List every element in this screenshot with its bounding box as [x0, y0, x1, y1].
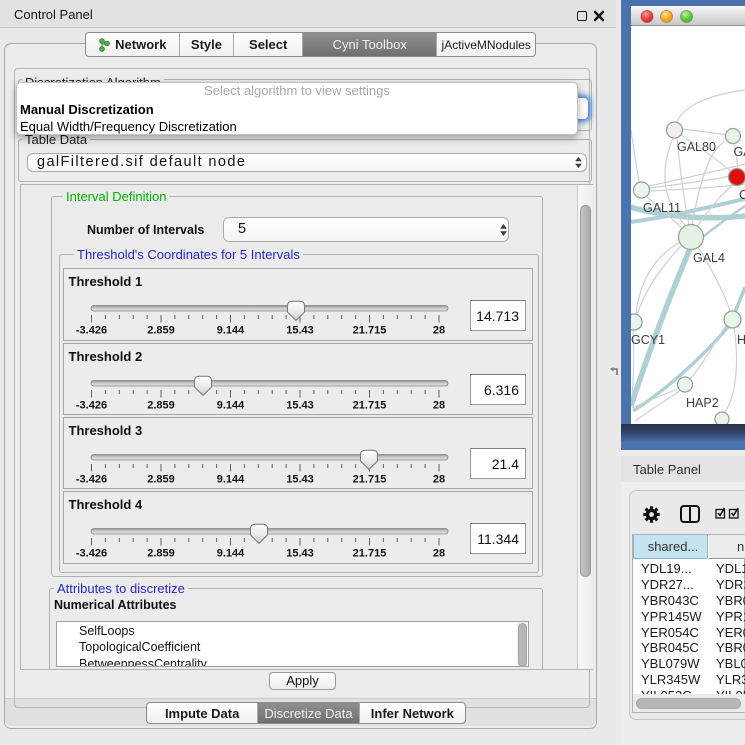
svg-text:HA: HA	[737, 333, 745, 347]
svg-text:9.144: 9.144	[217, 548, 245, 560]
svg-text:HAP2: HAP2	[686, 396, 719, 410]
svg-text:28: 28	[433, 548, 445, 560]
svg-text:15.43: 15.43	[286, 325, 314, 337]
svg-text:15.43: 15.43	[286, 399, 314, 411]
svg-text:21.715: 21.715	[353, 473, 387, 485]
svg-text:2.859: 2.859	[147, 325, 175, 337]
svg-text:-3.426: -3.426	[76, 548, 107, 560]
svg-text:21.715: 21.715	[353, 325, 387, 337]
svg-text:2.859: 2.859	[147, 473, 175, 485]
svg-text:-3.426: -3.426	[76, 325, 107, 337]
svg-text:9.144: 9.144	[217, 325, 245, 337]
svg-text:C: C	[739, 188, 745, 202]
svg-text:9.144: 9.144	[217, 399, 245, 411]
svg-text:15.43: 15.43	[286, 473, 314, 485]
svg-text:-3.426: -3.426	[76, 399, 107, 411]
svg-text:2.859: 2.859	[147, 548, 175, 560]
svg-text:GCY1: GCY1	[631, 333, 665, 347]
svg-text:21.715: 21.715	[353, 548, 387, 560]
svg-text:-3.426: -3.426	[76, 473, 107, 485]
svg-text:28: 28	[433, 473, 445, 485]
svg-text:9.144: 9.144	[217, 473, 245, 485]
svg-text:28: 28	[433, 325, 445, 337]
svg-text:GAL80: GAL80	[677, 140, 716, 154]
svg-text:2.859: 2.859	[147, 399, 175, 411]
svg-text:15.43: 15.43	[286, 548, 314, 560]
svg-text:GAL4: GAL4	[693, 251, 725, 265]
svg-text:GA: GA	[734, 145, 745, 159]
svg-text:GAL11: GAL11	[643, 201, 681, 215]
svg-text:28: 28	[433, 399, 445, 411]
svg-text:21.715: 21.715	[353, 399, 387, 411]
